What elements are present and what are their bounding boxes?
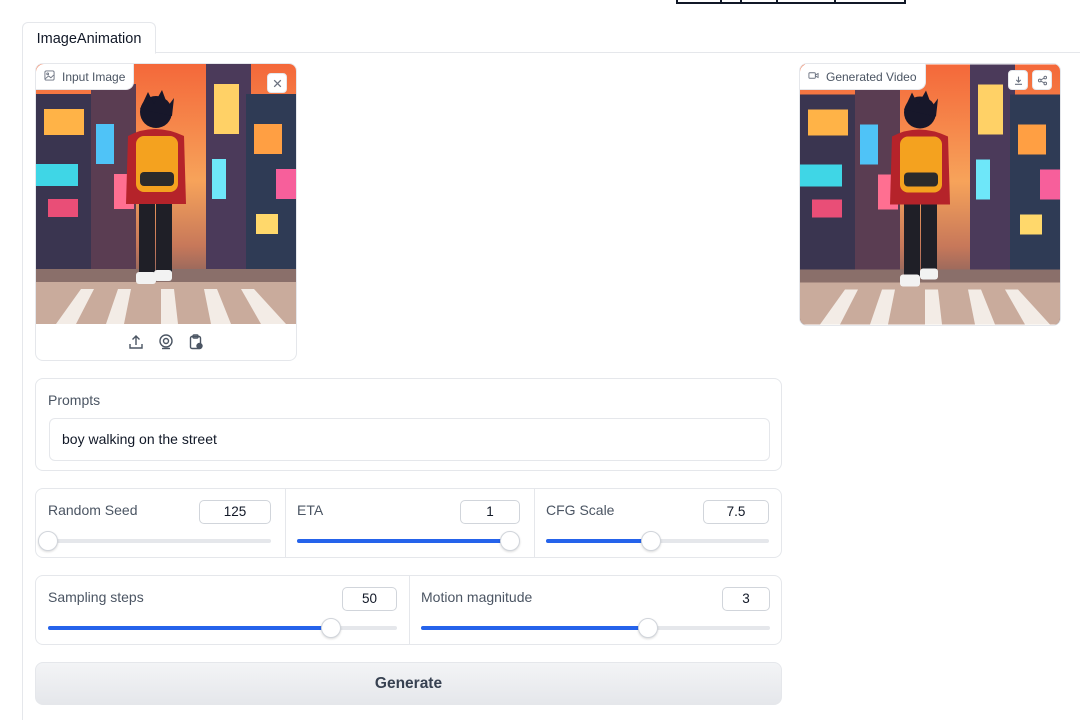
generated-video-title: Generated Video xyxy=(826,69,917,84)
top-links-fragment xyxy=(676,0,906,4)
motion-magnitude-number-input[interactable]: 3 xyxy=(722,587,770,611)
cfg-scale-slider[interactable] xyxy=(546,531,769,551)
download-icon[interactable] xyxy=(1008,70,1028,90)
input-image-panel[interactable]: Input Image xyxy=(35,63,297,361)
clipboard-icon[interactable] xyxy=(187,333,205,351)
random-seed-number-input[interactable]: 125 xyxy=(199,500,271,524)
sliders-row-1: Random Seed 125 ETA 1 CFG Scale 7.5 xyxy=(35,488,782,558)
eta-label: ETA xyxy=(297,502,324,518)
random-seed-label: Random Seed xyxy=(48,502,138,518)
sampling-steps-control: Sampling steps 50 xyxy=(36,576,409,644)
sampling-steps-label: Sampling steps xyxy=(48,589,144,605)
prompts-input[interactable]: boy walking on the street xyxy=(49,418,770,461)
slider-thumb[interactable] xyxy=(320,618,341,638)
generate-button[interactable]: Generate xyxy=(35,662,782,705)
upload-icon[interactable] xyxy=(127,333,145,351)
share-icon[interactable] xyxy=(1032,70,1052,90)
webcam-icon[interactable] xyxy=(157,333,175,351)
video-icon xyxy=(808,70,819,84)
slider-thumb[interactable] xyxy=(500,531,520,551)
slider-fill xyxy=(48,626,331,630)
sliders-row-2: Sampling steps 50 Motion magnitude 3 xyxy=(35,575,782,645)
eta-number-input[interactable]: 1 xyxy=(460,500,520,524)
prompts-label: Prompts xyxy=(48,392,101,408)
panel-left-border xyxy=(22,53,23,720)
sampling-steps-slider[interactable] xyxy=(48,618,397,638)
image-icon xyxy=(44,69,55,84)
input-image-label: Input Image xyxy=(36,64,135,90)
cfg-scale-number-input[interactable]: 7.5 xyxy=(703,500,769,524)
slider-thumb[interactable] xyxy=(38,531,58,551)
input-image-preview xyxy=(36,64,296,324)
motion-magnitude-slider[interactable] xyxy=(421,618,770,638)
cfg-scale-control: CFG Scale 7.5 xyxy=(534,489,783,557)
cfg-scale-label: CFG Scale xyxy=(546,502,615,518)
tab-image-animation[interactable]: ImageAnimation xyxy=(22,22,156,54)
sampling-steps-number-input[interactable]: 50 xyxy=(342,587,397,611)
slider-thumb[interactable] xyxy=(640,531,661,551)
slider-fill xyxy=(546,539,651,543)
random-seed-control: Random Seed 125 xyxy=(36,489,285,557)
slider-fill xyxy=(421,626,648,630)
input-image-title: Input Image xyxy=(62,69,126,84)
slider-thumb[interactable] xyxy=(637,618,658,638)
motion-magnitude-control: Motion magnitude 3 xyxy=(409,576,783,644)
slider-fill xyxy=(297,539,510,543)
eta-slider[interactable] xyxy=(297,531,520,551)
generated-video-panel[interactable]: Generated Video xyxy=(799,63,1061,326)
prompts-block: Prompts boy walking on the street xyxy=(35,378,782,471)
random-seed-slider[interactable] xyxy=(38,531,271,551)
eta-control: ETA 1 xyxy=(285,489,534,557)
tab-strip: ImageAnimation xyxy=(22,22,1080,54)
generated-video-preview xyxy=(800,64,1060,325)
input-source-toolbar xyxy=(36,324,296,360)
close-icon[interactable] xyxy=(267,73,287,93)
motion-magnitude-label: Motion magnitude xyxy=(421,589,533,605)
generated-video-label: Generated Video xyxy=(800,64,926,90)
